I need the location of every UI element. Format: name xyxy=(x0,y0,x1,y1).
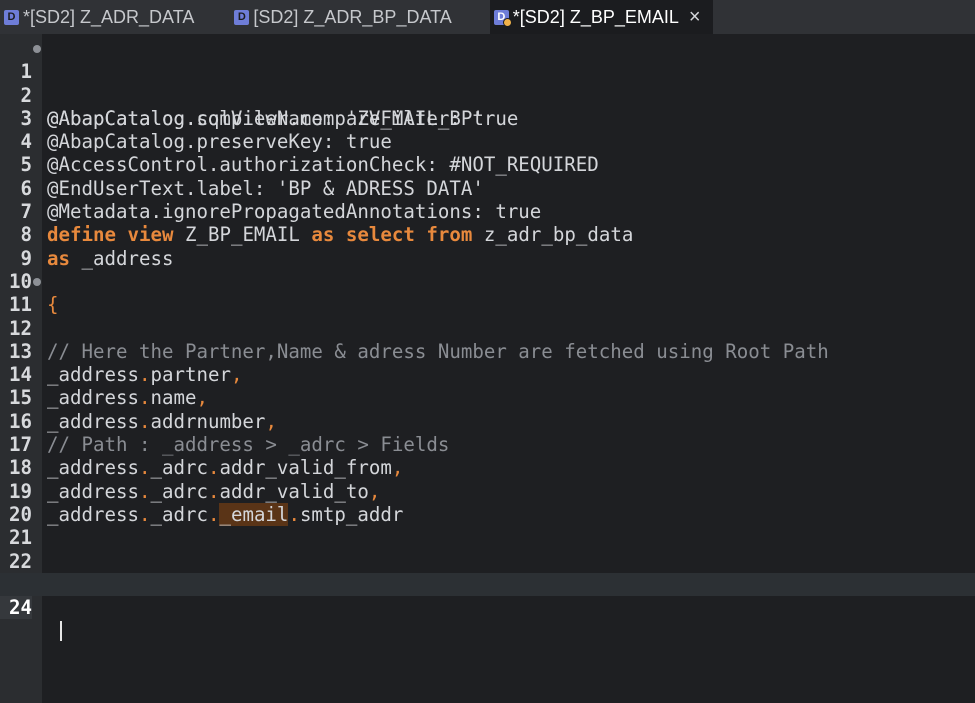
code-line[interactable]: 13 _address.partner, xyxy=(0,317,975,386)
code-line[interactable]: 15 _address.addrnumber, xyxy=(0,363,975,432)
code-line[interactable]: 23 xyxy=(0,550,975,596)
code-line[interactable]: 8 as _address xyxy=(0,200,975,269)
code-line[interactable]: 14 _address.name, xyxy=(0,340,975,409)
code-line[interactable]: 19 _address._adrc._email.smtp_addr xyxy=(0,456,975,526)
code-line[interactable]: 10 { xyxy=(0,247,975,316)
code-line[interactable]: 3 @AbapCatalog.preserveKey: true xyxy=(0,84,975,153)
code-line[interactable]: 2 @AbapCatalog.compiler.compareFilter: t… xyxy=(0,60,975,130)
fold-icon[interactable] xyxy=(33,45,41,53)
current-line[interactable]: 24 xyxy=(0,572,975,642)
code-line[interactable]: 7 define view Z_BP_EMAIL as select from … xyxy=(0,177,975,246)
code-line[interactable]: 12 xyxy=(0,293,975,340)
code-line[interactable]: 18 _address._adrc.addr_valid_to, xyxy=(0,433,975,502)
tab-label: [SD2] Z_ADR_BP_DATA xyxy=(253,6,452,27)
ddl-source-icon: D xyxy=(234,9,250,25)
ddl-source-edit-icon: D xyxy=(493,9,512,27)
code-line[interactable]: 1 @AbapCatalog.sqlViewName: 'ZV_MAIL_BP' xyxy=(0,37,975,130)
close-icon[interactable]: × xyxy=(689,7,701,27)
code-line[interactable]: 20 xyxy=(0,480,975,526)
tab-z-adr-data[interactable]: D *[SD2] Z_ADR_DATA xyxy=(0,0,206,34)
code-line[interactable]: 9 xyxy=(0,223,975,270)
tab-z-bp-email[interactable]: D *[SD2] Z_BP_EMAIL × xyxy=(489,0,713,34)
fold-icon[interactable] xyxy=(33,277,41,286)
tab-label: *[SD2] Z_BP_EMAIL xyxy=(512,6,679,27)
code-line[interactable]: 4 @AccessControl.authorizationCheck: #NO… xyxy=(0,107,975,176)
code-line[interactable]: 16 // Path : _address > _adrc > Fields xyxy=(0,386,975,456)
code-line[interactable]: 5 @EndUserText.label: 'BP & ADRESS DATA' xyxy=(0,130,975,199)
line-number: 24 xyxy=(0,596,32,620)
editor-tab-bar: D *[SD2] Z_ADR_DATA D [SD2] Z_ADR_BP_DAT… xyxy=(0,0,975,34)
code-line[interactable]: 22 } xyxy=(0,526,975,596)
ddl-source-icon: D xyxy=(4,9,19,25)
code-line[interactable]: 21 xyxy=(0,503,975,549)
code-line[interactable]: 11 // Here the Partner,Name & adress Num… xyxy=(0,270,975,363)
code-area[interactable]: 1 @AbapCatalog.sqlViewName: 'ZV_MAIL_BP'… xyxy=(0,37,975,642)
code-line[interactable]: 17 _address._adrc.addr_valid_from, xyxy=(0,410,975,479)
tab-z-adr-bp-data[interactable]: D [SD2] Z_ADR_BP_DATA xyxy=(230,0,463,34)
code-line[interactable]: 6 @Metadata.ignorePropagatedAnnotations:… xyxy=(0,153,975,223)
text-cursor xyxy=(60,621,62,642)
tab-label: *[SD2] Z_ADR_DATA xyxy=(23,6,195,27)
line-text xyxy=(47,619,62,642)
code-editor[interactable]: 1 @AbapCatalog.sqlViewName: 'ZV_MAIL_BP'… xyxy=(0,34,975,703)
